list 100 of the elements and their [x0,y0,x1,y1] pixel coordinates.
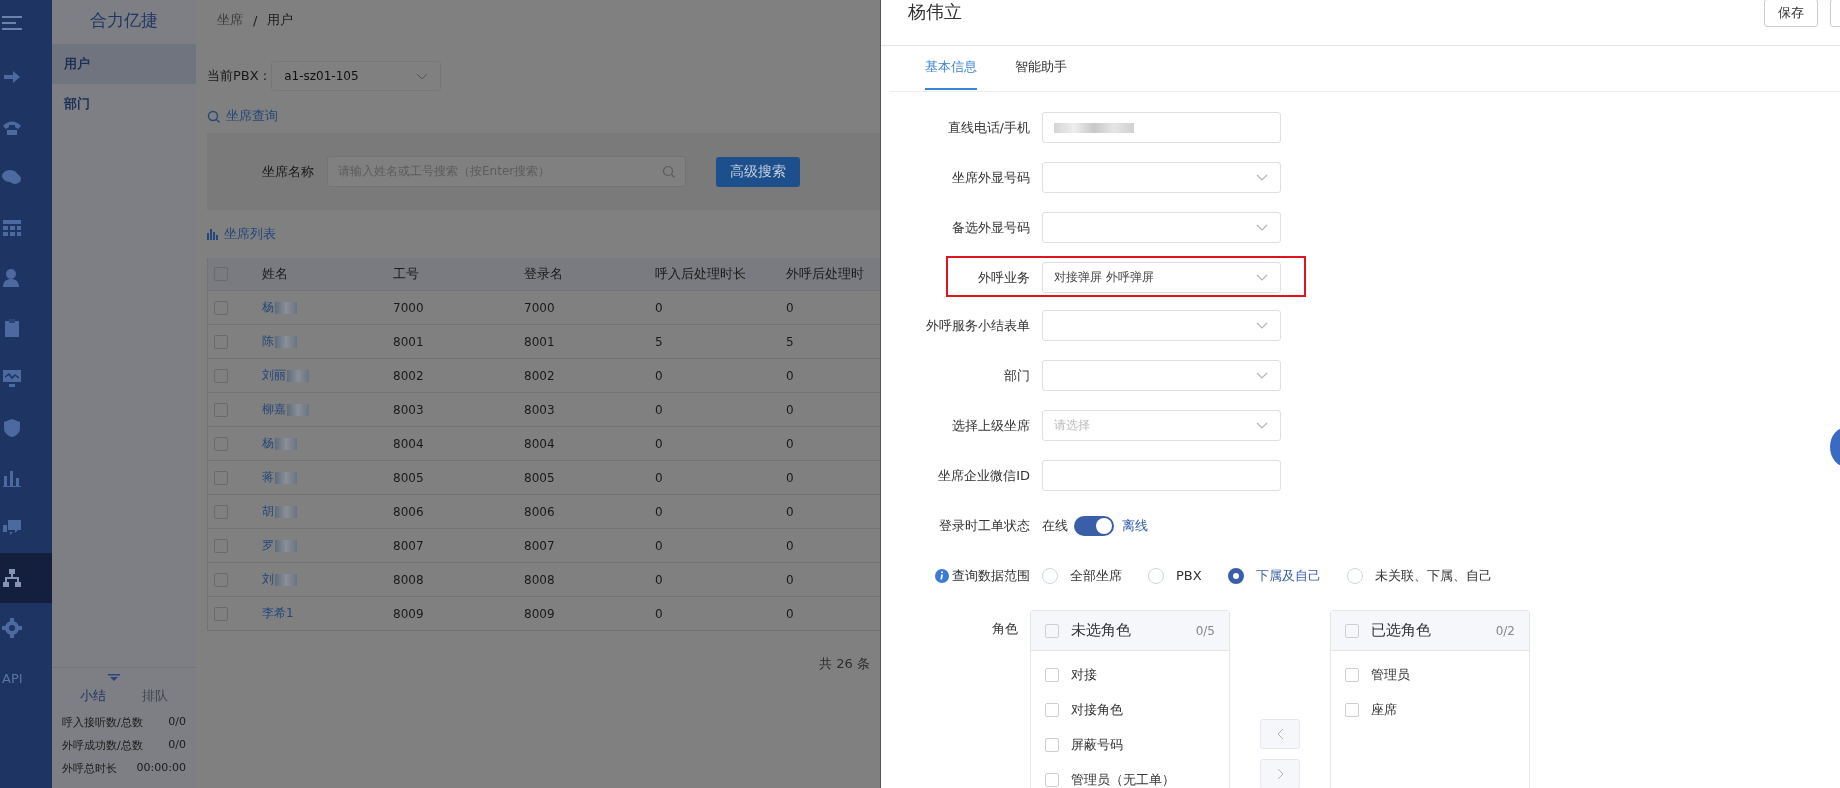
field-label: 直线电话/手机 [947,118,1030,137]
field-label: 坐席名称 [262,162,314,181]
user-name-link[interactable]: 刘丽 [262,367,286,384]
stat-value: 00:00:00 [136,761,186,776]
stat-value: 0/0 [168,715,186,730]
radio-label[interactable]: 全部坐席 [1070,566,1122,585]
table-cell: 0 [786,436,794,451]
table-cell: 8006 [393,504,424,519]
column-header: 外呼后处理时 [786,265,864,283]
list-title: 未选角色 [1071,621,1132,640]
list-item[interactable]: 对接角色 [1071,700,1123,719]
list-item[interactable]: 管理员（无工单） [1071,770,1175,788]
table-cell: 0 [786,470,794,485]
table-cell: 8001 [393,334,424,349]
stat-label: 呼入接听数/总数 [62,715,143,731]
table-cell: 0 [655,572,663,587]
item-count: 0/2 [1495,623,1515,638]
stat-value: 0/0 [168,738,186,753]
table-cell: 8002 [524,368,555,383]
advanced-search-button[interactable]: 高级搜索 [716,156,800,187]
table-cell: 0 [786,402,794,417]
table-cell: 7000 [524,300,555,315]
field-label: 部门 [1004,366,1030,385]
sidebar-item[interactable]: 用户 [52,44,196,84]
table-cell: 8003 [524,402,555,417]
list-item[interactable]: 座席 [1371,700,1397,719]
table-cell: 8006 [524,504,555,519]
table-cell: 5 [655,334,663,349]
table-cell: 8003 [393,402,424,417]
table-cell: 0 [786,368,794,383]
sidebar-item[interactable]: 部门 [52,84,196,124]
pbx-select[interactable]: a1-sz01-105 [271,61,442,91]
column-header: 姓名 [262,265,288,283]
field-label: 选择上级坐席 [952,416,1030,435]
list-item[interactable]: 对接 [1071,665,1097,684]
table-cell: 0 [655,504,663,519]
save-button[interactable]: 保存 [1764,0,1818,27]
breadcrumb-item[interactable]: 坐席 [217,11,243,29]
table-cell: 8008 [393,572,424,587]
field-label: 查询数据范围 [952,566,1030,585]
user-name-link[interactable]: 陈 [262,333,274,350]
field-label: 外呼服务小结表单 [926,316,1030,335]
table-cell: 8007 [524,538,555,553]
list-item[interactable]: 屏蔽号码 [1071,735,1123,754]
drawer-title: 杨伟立 [908,0,962,24]
table-cell: 8004 [393,436,424,451]
table-cell: 8005 [393,470,424,485]
table-cell: 8002 [393,368,424,383]
field-label: 备选外显号码 [952,218,1030,237]
table-cell: 0 [655,436,663,451]
column-header: 工号 [393,265,419,283]
user-name-link[interactable]: 罗 [262,537,274,554]
user-name-link[interactable]: 杨 [262,435,274,452]
table-cell: 0 [786,504,794,519]
table-cell: 0 [655,402,663,417]
user-name-link[interactable]: 杨 [262,299,274,316]
tab[interactable]: 智能助手 [1015,46,1067,90]
total-count: 共 26 条 [819,656,870,671]
table-cell: 0 [655,300,663,315]
nav-item[interactable]: API [2,670,23,686]
field-label: 当前PBX : [207,67,268,85]
user-name-link[interactable]: 蒋 [262,469,274,486]
table-cell: 8009 [524,606,555,621]
table-cell: 0 [786,538,794,553]
field-label: 角色 [992,620,1018,638]
user-name-link[interactable]: 李希1 [262,605,294,622]
table-cell: 0 [655,606,663,621]
table-cell: 0 [786,572,794,587]
select-field[interactable]: 请选择 [1042,410,1281,441]
list-item[interactable]: 管理员 [1371,665,1410,684]
table-cell: 5 [786,334,794,349]
column-header: 登录名 [524,265,563,283]
switch-label: 在线 [1042,516,1068,535]
stats-tab[interactable]: 排队 [142,687,168,705]
tab[interactable]: 基本信息 [925,46,977,90]
section-title: 坐席查询 [226,107,278,125]
table-cell: 8005 [524,470,555,485]
table-cell: 8001 [524,334,555,349]
table-cell: 0 [655,368,663,383]
user-name-link[interactable]: 刘 [262,571,274,588]
table-cell: 0 [655,538,663,553]
table-cell: 7000 [393,300,424,315]
table-cell: 8004 [524,436,555,451]
user-name-link[interactable]: 胡 [262,503,274,520]
stats-tab[interactable]: 小结 [80,687,106,705]
user-name-link[interactable]: 柳嘉 [262,401,286,418]
section-title: 坐席列表 [224,225,276,243]
radio-label[interactable]: 未关联、下属、自己 [1374,566,1492,585]
field-label: 外呼业务 [978,268,1030,287]
radio-label[interactable]: 下属及自己 [1255,566,1321,585]
table-cell: 8008 [524,572,555,587]
list-title: 已选角色 [1371,621,1432,640]
table-cell: 8007 [393,538,424,553]
select-field[interactable]: 对接弹屏 外呼弹屏 [1042,262,1281,293]
item-count: 0/5 [1195,623,1215,638]
switch-label: 离线 [1122,516,1148,535]
radio-label[interactable]: PBX [1176,568,1202,583]
field-label: 坐席企业微信ID [938,466,1030,485]
breadcrumb-separator: / [253,12,258,28]
table-cell: 0 [655,470,663,485]
